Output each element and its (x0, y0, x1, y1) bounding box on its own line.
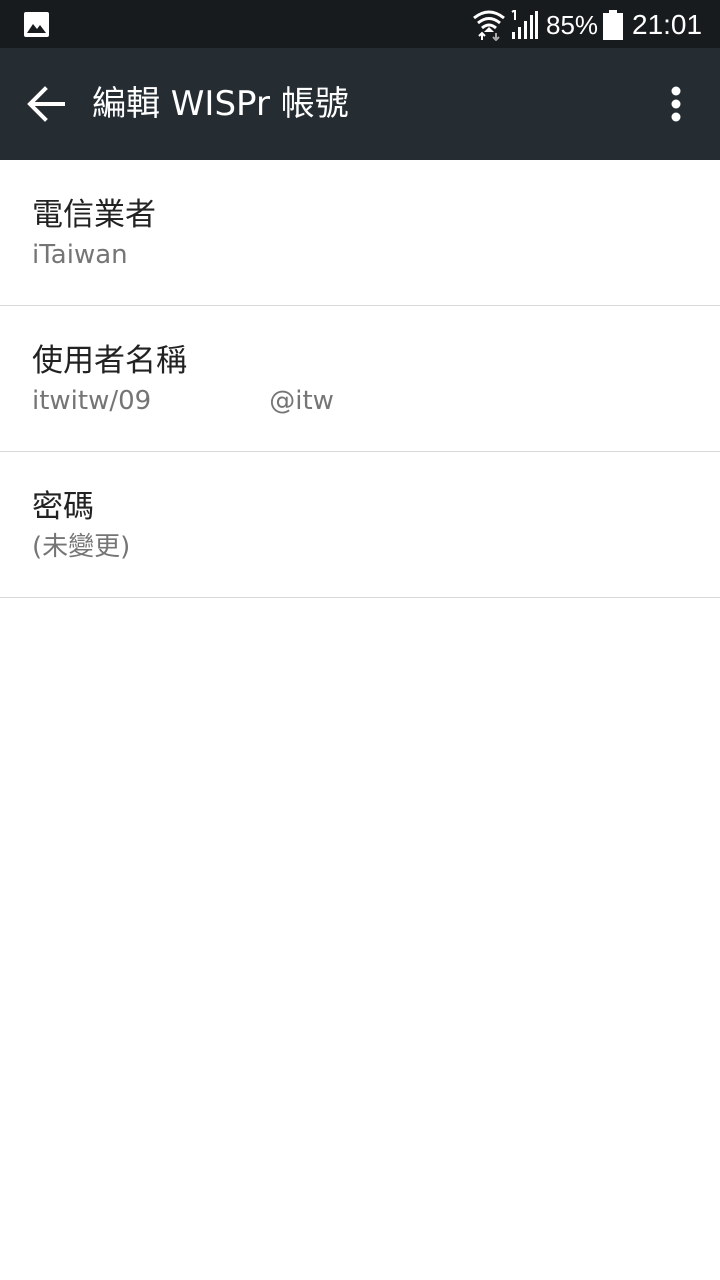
username-prefix: itwitw/09 (32, 386, 152, 416)
pref-summary: itwitw/09 @itw (32, 384, 334, 418)
pref-title: 電信業者 (32, 197, 156, 233)
pref-password[interactable]: 密碼 (未變更) (0, 452, 720, 598)
cell-signal-icon (510, 8, 538, 39)
gallery-icon (24, 12, 49, 37)
status-bar: 85% 21:01 (0, 0, 720, 48)
redacted-text (151, 391, 270, 412)
pref-title: 使用者名稱 (32, 343, 187, 379)
clock: 21:01 (632, 9, 703, 40)
more-vertical-icon (671, 86, 681, 122)
page-title: 編輯 WISPr 帳號 (92, 84, 349, 124)
pref-title: 密碼 (32, 489, 94, 525)
more-options-button[interactable] (652, 76, 700, 132)
pref-summary: (未變更) (32, 532, 131, 562)
username-suffix: @itw (269, 386, 334, 416)
arrow-left-icon (27, 86, 65, 122)
back-button[interactable] (18, 76, 74, 132)
pref-summary: iTaiwan (32, 240, 128, 270)
app-bar: 編輯 WISPr 帳號 (0, 48, 720, 160)
wifi-icon (472, 9, 506, 42)
preference-list: 電信業者 iTaiwan 使用者名稱 itwitw/09 @itw 密碼 (未變更… (0, 160, 720, 598)
battery-icon (603, 10, 623, 40)
battery-percent: 85% (546, 10, 599, 40)
pref-username[interactable]: 使用者名稱 itwitw/09 @itw (0, 306, 720, 452)
pref-carrier[interactable]: 電信業者 iTaiwan (0, 160, 720, 306)
